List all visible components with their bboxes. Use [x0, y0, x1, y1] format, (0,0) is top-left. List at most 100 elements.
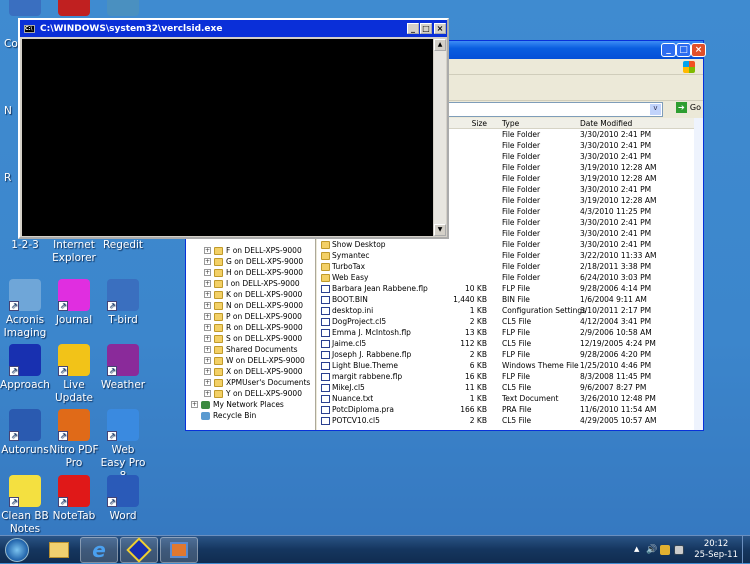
- tree-item[interactable]: + I on DELL-XPS-9000: [204, 279, 300, 288]
- desktop-icon-notetab[interactable]: ↗ NoteTab: [49, 475, 99, 523]
- show-hidden-icons[interactable]: ▲: [634, 545, 639, 553]
- desktop-icon-nitro-pdf-pro[interactable]: ↗ Nitro PDF Pro: [49, 409, 99, 470]
- file-row[interactable]: TurboTax File Folder 2/18/2011 3:38 PM: [317, 262, 694, 273]
- tree-item[interactable]: + R on DELL-XPS-9000: [204, 323, 303, 332]
- console-output[interactable]: [22, 39, 433, 236]
- tree-item[interactable]: + X on DELL-XPS-9000: [204, 367, 303, 376]
- expand-icon[interactable]: +: [204, 302, 211, 309]
- taskbar-windows-explorer[interactable]: [40, 537, 78, 563]
- tree-item-my-network-places[interactable]: + My Network Places: [191, 400, 284, 409]
- file-row[interactable]: MikeJ.cl5 11 KB CL5 File 9/6/2007 8:27 PM: [317, 383, 694, 394]
- file-row[interactable]: Show Desktop File Folder 3/30/2010 2:41 PM: [317, 240, 694, 251]
- file-row[interactable]: Symantec File Folder 3/22/2010 11:33 AM: [317, 251, 694, 262]
- file-row[interactable]: POTCV10.cl5 2 KB CL5 File 4/29/2005 10:57 A…: [317, 416, 694, 427]
- taskbar-internet-explorer[interactable]: e: [80, 537, 118, 563]
- desktop-icon-journal[interactable]: ↗ Journal: [49, 279, 99, 327]
- expand-icon[interactable]: +: [204, 390, 211, 397]
- desktop-icon-regedit[interactable]: Regedit: [98, 239, 148, 252]
- taskbar-approach[interactable]: [120, 537, 158, 563]
- expand-icon[interactable]: +: [204, 247, 211, 254]
- file-row[interactable]: Jaime.cl5 112 KB CL5 File 12/19/2005 4:24 P…: [317, 339, 694, 350]
- file-row[interactable]: margit rabbene.flp 16 KB FLP File 8/3/2008 …: [317, 372, 694, 383]
- tree-item[interactable]: + Y on DELL-XPS-9000: [204, 389, 302, 398]
- desktop-icon-live-update[interactable]: ↗ Live Update: [49, 344, 99, 405]
- desktop-icon-clean-bb-notes[interactable]: ↗ Clean BB Notes: [0, 475, 50, 536]
- file-row[interactable]: Emma J. McIntosh.flp 13 KB FLP File 2/9/200…: [317, 328, 694, 339]
- network-icon[interactable]: [674, 545, 684, 555]
- chevron-down-icon[interactable]: v: [650, 104, 661, 115]
- partial-icon-3[interactable]: [98, 0, 148, 19]
- volume-icon[interactable]: 🔊: [646, 545, 657, 555]
- minimize-button[interactable]: _: [661, 43, 676, 57]
- close-button[interactable]: ×: [691, 43, 706, 57]
- desktop-icon-weather[interactable]: ↗ Weather: [98, 344, 148, 392]
- maximize-button[interactable]: □: [420, 23, 432, 34]
- tree-item[interactable]: + P on DELL-XPS-9000: [204, 312, 302, 321]
- partial-icon-1[interactable]: [0, 0, 50, 19]
- expand-icon[interactable]: +: [204, 291, 211, 298]
- close-button[interactable]: ×: [434, 23, 446, 34]
- partial-icon-2[interactable]: [49, 0, 99, 19]
- vertical-scrollbar[interactable]: [694, 118, 703, 430]
- show-desktop-button[interactable]: [742, 536, 750, 564]
- tree-item[interactable]: + H on DELL-XPS-9000: [204, 268, 303, 277]
- file-type: File Folder: [502, 185, 541, 194]
- tree-item[interactable]: + K on DELL-XPS-9000: [204, 290, 302, 299]
- desktop-icon-t-bird[interactable]: ↗ T-bird: [98, 279, 148, 327]
- console-title-bar[interactable]: C:\ C:\WINDOWS\system32\verclsid.exe _ □…: [20, 20, 447, 37]
- column-type[interactable]: Type: [502, 119, 519, 128]
- file-row[interactable]: Nuance.txt 1 KB Text Document 3/26/2010 12:…: [317, 394, 694, 405]
- taskbar-verclsid[interactable]: [160, 537, 198, 563]
- expand-icon[interactable]: +: [191, 401, 198, 408]
- column-date-modified[interactable]: Date Modified: [580, 119, 632, 128]
- file-row[interactable]: BOOT.BIN 1,440 KB BIN File 1/6/2004 9:11 AM: [317, 295, 694, 306]
- scroll-down-arrow[interactable]: ▼: [434, 224, 446, 236]
- desktop-icon-word[interactable]: ↗ Word: [98, 475, 148, 523]
- partial-desktop-label[interactable]: R: [4, 172, 11, 184]
- expand-icon[interactable]: +: [204, 269, 211, 276]
- expand-icon[interactable]: +: [204, 324, 211, 331]
- desktop-icon-web-easy-pro-8[interactable]: ↗Web Easy Pro 8: [98, 409, 148, 483]
- desktop-icon-approach[interactable]: ↗ Approach: [0, 344, 50, 392]
- console-scrollbar[interactable]: ▲ ▼: [434, 39, 446, 236]
- tree-item[interactable]: + G on DELL-XPS-9000: [204, 257, 303, 266]
- partial-desktop-label[interactable]: N: [4, 105, 12, 117]
- network-drive-folder-icon: [214, 246, 223, 255]
- start-button[interactable]: [2, 537, 32, 563]
- file-row[interactable]: Light Blue.Theme 6 KB Windows Theme File 1/…: [317, 361, 694, 372]
- desktop-icon-internet-explorer[interactable]: Internet Explorer: [49, 239, 99, 265]
- desktop-icon-acronis-imaging[interactable]: ↗ Acronis Imaging: [0, 279, 50, 340]
- expand-icon[interactable]: +: [204, 368, 211, 375]
- scroll-up-arrow[interactable]: ▲: [434, 39, 446, 51]
- expand-icon[interactable]: +: [204, 357, 211, 364]
- expand-icon[interactable]: +: [204, 280, 211, 287]
- network-drive-folder-icon: [214, 345, 223, 354]
- file-row[interactable]: PotcDiploma.pra 166 KB PRA File 11/6/2010 1…: [317, 405, 694, 416]
- file-row[interactable]: DogProject.cl5 2 KB CL5 File 4/12/2004 3:41…: [317, 317, 694, 328]
- expand-icon[interactable]: +: [204, 346, 211, 353]
- tree-item[interactable]: + W on DELL-XPS-9000: [204, 356, 305, 365]
- minimize-button[interactable]: _: [407, 23, 419, 34]
- expand-icon[interactable]: +: [204, 379, 211, 386]
- partial-desktop-label[interactable]: Co: [4, 38, 18, 50]
- tree-item[interactable]: + N on DELL-XPS-9000: [204, 301, 303, 310]
- expand-icon[interactable]: +: [204, 335, 211, 342]
- file-row[interactable]: Joseph J. Rabbene.flp 2 KB FLP File 9/28/20…: [317, 350, 694, 361]
- clock[interactable]: 20:12 25-Sep-11: [694, 539, 738, 561]
- expand-icon[interactable]: +: [204, 258, 211, 265]
- tree-item-recycle-bin[interactable]: Recycle Bin: [191, 411, 256, 420]
- file-row[interactable]: desktop.ini 1 KB Configuration Settings 3/1…: [317, 306, 694, 317]
- file-row[interactable]: Barbara Jean Rabbene.flp 10 KB FLP File 9/2…: [317, 284, 694, 295]
- file-row[interactable]: Web Easy File Folder 6/24/2010 3:03 PM: [317, 273, 694, 284]
- maximize-button[interactable]: □: [676, 43, 691, 57]
- tree-item[interactable]: + S on DELL-XPS-9000: [204, 334, 302, 343]
- tree-item[interactable]: + Shared Documents: [204, 345, 298, 354]
- desktop-icon-1-2-3[interactable]: 1-2-3: [0, 239, 50, 252]
- go-button[interactable]: ➔ Go: [675, 102, 701, 113]
- folder-icon: [321, 273, 330, 282]
- tree-item[interactable]: + XPMUser's Documents: [204, 378, 310, 387]
- tree-item[interactable]: + F on DELL-XPS-9000: [204, 246, 302, 255]
- security-tray-icon[interactable]: [660, 545, 670, 555]
- expand-icon[interactable]: +: [204, 313, 211, 320]
- desktop-icon-autoruns[interactable]: ↗ Autoruns: [0, 409, 50, 457]
